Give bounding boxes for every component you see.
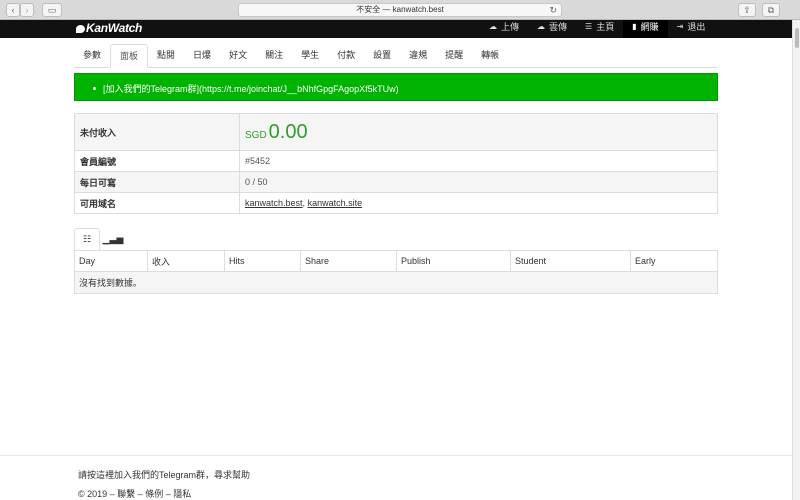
- logo-icon: [76, 25, 85, 33]
- table-row: 可用域名 kanwatch.best, kanwatch.site: [74, 192, 718, 214]
- forward-button[interactable]: ›: [20, 3, 34, 17]
- account-info-table: 未付收入 SGD 0.00 會員編號 #5452 每日可寫 0 / 50 可用域名…: [74, 113, 718, 214]
- domain-link-site[interactable]: kanwatch.site: [308, 198, 363, 208]
- header-nav: ☁ 上傳 ☁ 雲傳 ☰ 主頁 ▮ 網賺 ⇥ 退出: [480, 20, 714, 38]
- bullet-icon: [93, 87, 96, 90]
- view-toggle: ☷ ▁▃▅: [74, 228, 126, 250]
- contact-link[interactable]: 聯繫: [117, 489, 135, 499]
- tab-students[interactable]: 學生: [292, 44, 328, 68]
- footer-telegram-link[interactable]: 請按這裡加入我們的Telegram群，尋求幫助: [78, 468, 250, 481]
- domain-link-best[interactable]: kanwatch.best: [245, 198, 303, 208]
- copyright: © 2019 –: [78, 489, 118, 499]
- reload-icon[interactable]: ↻: [549, 4, 557, 16]
- table-row: 會員編號 #5452: [74, 150, 718, 172]
- bar-chart-icon: ▮: [632, 22, 637, 31]
- page-scrollbar[interactable]: [792, 20, 800, 500]
- footer-links: © 2019 – 聯繫 – 條例 – 隱私: [78, 489, 192, 499]
- dashboard-tabs: 參數 面板 點閱 日爆 好文 關注 學生 付款 設置 違規 提醒 轉帳: [74, 44, 718, 68]
- address-bar-text: 不安全 — kanwatch.best: [356, 5, 444, 14]
- chart-view-icon[interactable]: ▁▃▅: [100, 228, 126, 250]
- member-value: #5452: [239, 150, 718, 172]
- sidebar-toggle-button[interactable]: ▭: [42, 3, 62, 17]
- list-icon: ☰: [585, 22, 593, 31]
- nav-earn[interactable]: ▮ 網賺: [623, 20, 668, 38]
- tab-transfer[interactable]: 轉帳: [472, 44, 508, 68]
- empty-message: 沒有找到數據。: [74, 271, 718, 294]
- daily-label: 每日可寫: [74, 171, 240, 193]
- domain-label: 可用域名: [74, 192, 240, 214]
- address-bar[interactable]: 不安全 — kanwatch.best ↻: [238, 3, 562, 17]
- nav-logout[interactable]: ⇥ 退出: [668, 20, 715, 38]
- cloud-upload-icon: ☁: [489, 22, 497, 31]
- col-student[interactable]: Student: [510, 250, 631, 272]
- member-label: 會員編號: [74, 150, 240, 172]
- list-view-icon[interactable]: ☷: [74, 228, 100, 250]
- currency: SGD: [245, 129, 267, 141]
- stats-table: Day 收入 Hits Share Publish Student Early …: [74, 250, 718, 294]
- scrollbar-thumb[interactable]: [795, 28, 799, 48]
- page-footer: 請按這裡加入我們的Telegram群，尋求幫助 © 2019 – 聯繫 – 條例…: [0, 455, 792, 500]
- privacy-link[interactable]: 隱私: [173, 489, 191, 499]
- daily-value: 0 / 50: [239, 171, 718, 193]
- col-publish[interactable]: Publish: [396, 250, 511, 272]
- col-share[interactable]: Share: [300, 250, 397, 272]
- nav-upload[interactable]: ☁ 上傳: [480, 20, 528, 38]
- col-income[interactable]: 收入: [147, 250, 225, 272]
- unpaid-label: 未付收入: [74, 113, 240, 151]
- tab-settings[interactable]: 設置: [364, 44, 400, 68]
- tab-articles[interactable]: 好文: [220, 44, 256, 68]
- tab-reminders[interactable]: 提醒: [436, 44, 472, 68]
- tab-daily[interactable]: 日爆: [184, 44, 220, 68]
- col-day[interactable]: Day: [74, 250, 148, 272]
- site-logo[interactable]: KanWatch: [76, 21, 142, 35]
- telegram-link[interactable]: [加入我們的Telegram群](https://t.me/joinchat/J…: [103, 84, 399, 94]
- tab-panel[interactable]: 面板: [110, 44, 149, 68]
- col-hits[interactable]: Hits: [224, 250, 301, 272]
- tab-clicks[interactable]: 點閱: [148, 44, 184, 68]
- nav-cloud[interactable]: ☁ 雲傳: [528, 20, 576, 38]
- tab-params[interactable]: 參數: [74, 44, 110, 68]
- tab-payments[interactable]: 付款: [328, 44, 364, 68]
- telegram-alert: [加入我們的Telegram群](https://t.me/joinchat/J…: [74, 73, 718, 101]
- cloud-icon: ☁: [537, 22, 546, 31]
- share-button[interactable]: ⇪: [738, 3, 756, 17]
- browser-toolbar: ‹ › ▭ 不安全 — kanwatch.best ↻ ⇪ ⧉: [0, 0, 800, 20]
- back-button[interactable]: ‹: [6, 3, 20, 17]
- table-row: 沒有找到數據。: [74, 271, 718, 294]
- table-row: 未付收入 SGD 0.00: [74, 113, 718, 151]
- balance-amount: 0.00: [268, 120, 308, 143]
- terms-link[interactable]: 條例: [145, 489, 163, 499]
- tab-follow[interactable]: 關注: [256, 44, 292, 68]
- unpaid-value: SGD 0.00: [239, 113, 718, 151]
- domain-value: kanwatch.best, kanwatch.site: [239, 192, 718, 214]
- table-header-row: Day 收入 Hits Share Publish Student Early: [74, 250, 718, 272]
- tabs-overview-button[interactable]: ⧉: [762, 3, 780, 17]
- nav-home[interactable]: ☰ 主頁: [576, 20, 623, 38]
- col-early[interactable]: Early: [630, 250, 718, 272]
- site-header: KanWatch ☁ 上傳 ☁ 雲傳 ☰ 主頁 ▮ 網賺 ⇥ 退出: [0, 20, 792, 38]
- table-row: 每日可寫 0 / 50: [74, 171, 718, 193]
- logout-icon: ⇥: [676, 22, 684, 31]
- tab-violations[interactable]: 違規: [400, 44, 436, 68]
